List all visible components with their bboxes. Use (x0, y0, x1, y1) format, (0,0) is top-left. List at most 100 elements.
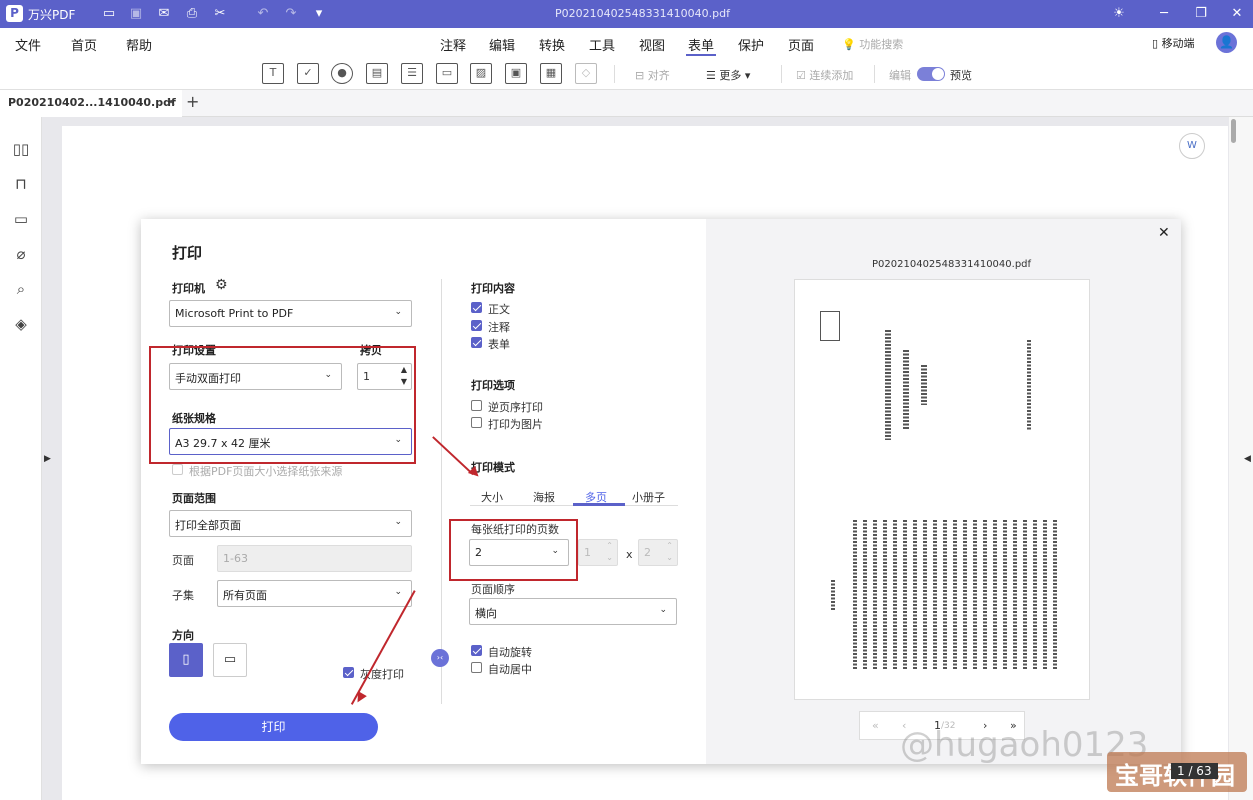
feature-search[interactable]: 💡 功能搜索 (842, 36, 903, 52)
print-button[interactable]: 打印 (169, 713, 378, 741)
radio-button-field-icon[interactable]: ● (331, 63, 353, 84)
decrement-icon[interactable]: ⌄ (666, 553, 673, 562)
save-icon[interactable]: ▣ (127, 5, 145, 23)
theme-sun-icon[interactable]: ☀ (1110, 5, 1128, 23)
image-field-icon[interactable]: ▨ (470, 63, 492, 84)
search-icon[interactable]: ⌕ (11, 279, 31, 299)
bookmark-icon[interactable]: ⊓ (11, 174, 31, 194)
preview-page (794, 279, 1090, 700)
restore-icon[interactable]: ❐ (1192, 5, 1210, 23)
content-forms-checkbox[interactable] (471, 337, 482, 348)
list-box-field-icon[interactable]: ☰ (401, 63, 423, 84)
increment-icon[interactable]: ⌃ (606, 541, 613, 550)
grayscale-checkbox[interactable] (343, 667, 354, 678)
left-sidebar: ▯▯ ⊓ ▭ ⌀ ⌕ ◈ (0, 117, 42, 800)
align-label: 对齐 (647, 69, 670, 82)
layers-icon[interactable]: ◈ (11, 314, 31, 334)
user-avatar[interactable]: 👤 (1216, 32, 1237, 53)
scrollbar-thumb[interactable] (1231, 119, 1236, 143)
landscape-orientation-button[interactable]: ▭ (213, 643, 247, 677)
mobile-button[interactable]: ▯ 移动端 (1152, 35, 1195, 51)
button-field-icon[interactable]: ▭ (436, 63, 458, 84)
grid-columns-value: 1 (584, 546, 591, 559)
checkbox-field-icon[interactable]: ✓ (297, 63, 319, 84)
grid-columns-stepper[interactable]: 1 ⌃ ⌄ (578, 539, 618, 566)
document-tab[interactable]: P020210402...1410040.pdf (0, 90, 182, 117)
collapse-preview-icon[interactable]: ›‹ (431, 649, 449, 667)
decrement-icon[interactable]: ⌄ (606, 553, 613, 562)
close-tab-icon[interactable]: ✕ (166, 95, 176, 109)
menu-file[interactable]: 文件 (15, 35, 41, 54)
menu-help[interactable]: 帮助 (126, 35, 152, 54)
increment-icon[interactable]: ⌃ (666, 541, 673, 550)
close-window-icon[interactable]: ✕ (1228, 5, 1246, 23)
content-annotations-checkbox[interactable] (471, 320, 482, 331)
form-toolbar: T ✓ ● ▤ ☰ ▭ ▨ ▣ ▦ ◇ ⊟ 对齐 ☰ 更多 ▾ ☑ 连续添加 编… (0, 58, 1253, 90)
comment-icon[interactable]: ▭ (11, 209, 31, 229)
undo-icon[interactable]: ↶ (254, 5, 272, 23)
portrait-orientation-button[interactable]: ▯ (169, 643, 203, 677)
redo-icon[interactable]: ↷ (282, 5, 300, 23)
first-page-button[interactable]: « (872, 719, 879, 732)
chevron-down-icon: ⌄ (394, 517, 402, 527)
reverse-order-checkbox[interactable] (471, 400, 482, 411)
subset-select[interactable]: 所有页面 ⌄ (217, 580, 412, 607)
content-body-checkbox[interactable] (471, 302, 482, 313)
page-range-select[interactable]: 打印全部页面 ⌄ (169, 510, 412, 537)
scissors-icon[interactable]: ✂ (211, 5, 229, 23)
eraser-icon[interactable]: ◇ (575, 63, 597, 84)
auto-center-checkbox[interactable] (471, 662, 482, 673)
menu-tools[interactable]: 工具 (589, 35, 615, 54)
print-as-image-checkbox[interactable] (471, 417, 482, 428)
preview-text-column (973, 520, 977, 670)
expand-right-panel-icon[interactable]: ◀ (1244, 454, 1251, 464)
page-order-select[interactable]: 横向 ⌄ (469, 598, 677, 625)
edit-preview-toggle[interactable] (917, 67, 945, 81)
close-dialog-icon[interactable]: ✕ (1158, 225, 1170, 241)
new-tab-icon[interactable]: + (186, 92, 199, 111)
menu-view[interactable]: 视图 (639, 35, 665, 54)
toolbar-separator (781, 65, 782, 83)
attachment-icon[interactable]: ⌀ (11, 244, 31, 264)
convert-to-word-icon[interactable]: W (1179, 133, 1205, 159)
expand-left-panel-icon[interactable]: ▶ (44, 454, 51, 464)
preview-text-column (873, 520, 877, 670)
grid-rows-stepper[interactable]: 2 ⌃ ⌄ (638, 539, 678, 566)
align-button[interactable]: ⊟ 对齐 (635, 67, 670, 83)
signature-field-icon[interactable]: ▣ (505, 63, 527, 84)
text-field-icon[interactable]: T (262, 63, 284, 84)
mode-tab-booklet[interactable]: 小册子 (632, 489, 665, 505)
menu-protect[interactable]: 保护 (738, 35, 764, 54)
menu-home[interactable]: 首页 (71, 35, 97, 54)
pages-value: 1-63 (223, 552, 248, 565)
minimize-icon[interactable]: ─ (1155, 5, 1173, 23)
menu-convert[interactable]: 转换 (539, 35, 565, 54)
mode-tab-size[interactable]: 大小 (481, 489, 503, 505)
dialog-title: 打印 (172, 244, 203, 262)
printer-settings-gear-icon[interactable]: ⚙ (215, 277, 228, 293)
open-folder-icon[interactable]: ▭ (100, 5, 118, 23)
quick-access-dropdown-icon[interactable]: ▾ (310, 5, 328, 23)
page-range-label: 页面范围 (172, 492, 216, 505)
more-button[interactable]: ☰ 更多 ▾ (706, 67, 750, 83)
pages-input[interactable]: 1-63 (217, 545, 412, 572)
auto-rotate-checkbox[interactable] (471, 645, 482, 656)
menu-page[interactable]: 页面 (788, 35, 814, 54)
continuous-add-toggle[interactable]: ☑ 连续添加 (796, 67, 853, 83)
email-icon[interactable]: ✉ (155, 5, 173, 23)
menu-form[interactable]: 表单 (688, 35, 714, 54)
document-tab-bar: P020210402...1410040.pdf ✕ + (0, 90, 1253, 117)
date-field-icon[interactable]: ▦ (540, 63, 562, 84)
menu-annotate[interactable]: 注释 (440, 35, 466, 54)
preview-text-column (1003, 520, 1007, 670)
paper-source-checkbox[interactable] (172, 464, 183, 475)
mode-tab-poster[interactable]: 海报 (533, 489, 555, 505)
preview-text-column (885, 330, 891, 440)
thumbnails-icon[interactable]: ▯▯ (11, 139, 31, 159)
combo-box-field-icon[interactable]: ▤ (366, 63, 388, 84)
page-range-value: 打印全部页面 (175, 519, 241, 532)
menu-edit[interactable]: 编辑 (489, 35, 515, 54)
grid-rows-value: 2 (644, 546, 651, 559)
print-icon[interactable]: ⎙ (183, 5, 201, 23)
printer-select[interactable]: Microsoft Print to PDF ⌄ (169, 300, 412, 327)
